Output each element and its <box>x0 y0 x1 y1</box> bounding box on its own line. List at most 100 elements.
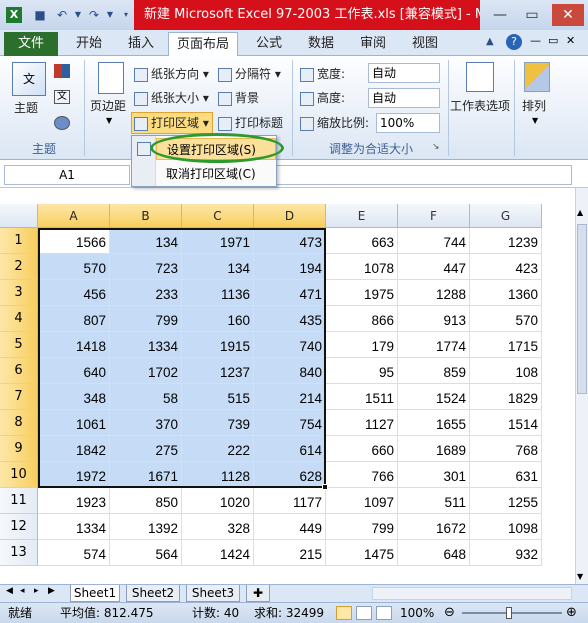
cell[interactable]: 108 <box>470 358 542 384</box>
cell[interactable]: 663 <box>326 228 398 254</box>
name-box[interactable]: A1 <box>4 165 130 185</box>
close-button[interactable]: ✕ <box>552 4 584 26</box>
tab-view[interactable]: 视图 <box>402 32 448 56</box>
customize-quick-access-icon[interactable]: ▾ <box>118 7 134 23</box>
tab-file[interactable]: 文件 <box>4 32 58 56</box>
cell[interactable]: 1177 <box>254 488 326 514</box>
row-header[interactable]: 7 <box>0 384 38 410</box>
cell[interactable]: 859 <box>398 358 470 384</box>
cell[interactable]: 1524 <box>398 384 470 410</box>
cell[interactable]: 1392 <box>110 514 182 540</box>
row-header[interactable]: 6 <box>0 358 38 384</box>
theme-icon[interactable]: 文 <box>12 62 46 96</box>
help-icon[interactable]: ? <box>506 34 522 50</box>
spreadsheet-grid[interactable]: ABCDEFG 1 1566 134 1971 473 663 744 1239 2 570 723… <box>0 204 575 584</box>
sheet-tab-1[interactable]: Sheet1 <box>70 585 120 602</box>
cell[interactable]: 1360 <box>470 280 542 306</box>
cell[interactable]: 1511 <box>326 384 398 410</box>
column-header-g[interactable]: G <box>470 204 542 228</box>
sheet-tab-3[interactable]: Sheet3 <box>186 585 240 602</box>
sheet-tab-2[interactable]: Sheet2 <box>126 585 180 602</box>
print-titles-button[interactable]: 打印标题 <box>218 113 283 133</box>
row-header[interactable]: 13 <box>0 540 38 566</box>
select-all-corner[interactable] <box>0 204 38 228</box>
workbook-close-icon[interactable]: ✕ <box>566 34 575 47</box>
cell[interactable]: 423 <box>470 254 542 280</box>
row-header[interactable]: 8 <box>0 410 38 436</box>
formula-input[interactable]: 6 <box>250 165 572 185</box>
width-select[interactable]: 自动 <box>368 63 440 83</box>
cell[interactable]: 1655 <box>398 410 470 436</box>
cell[interactable]: 1078 <box>326 254 398 280</box>
arrange-icon[interactable] <box>524 62 550 92</box>
tab-insert[interactable]: 插入 <box>118 32 164 56</box>
cell[interactable]: 179 <box>326 332 398 358</box>
cell[interactable]: 766 <box>326 462 398 488</box>
theme-effects-icon[interactable] <box>54 116 70 130</box>
cell[interactable]: 660 <box>326 436 398 462</box>
cell[interactable]: 932 <box>470 540 542 566</box>
cell[interactable]: 1424 <box>182 540 254 566</box>
fill-handle[interactable] <box>322 484 328 490</box>
cell[interactable]: 1098 <box>470 514 542 540</box>
workbook-restore-icon[interactable]: ▭ <box>548 34 558 47</box>
prev-sheet-icon[interactable]: ◂ <box>20 586 25 596</box>
tab-data[interactable]: 数据 <box>298 32 344 56</box>
row-header[interactable]: 10 <box>0 462 38 488</box>
margins-icon[interactable] <box>98 62 124 94</box>
zoom-slider-thumb[interactable] <box>506 607 512 619</box>
cell[interactable]: 866 <box>326 306 398 332</box>
orientation-button[interactable]: 纸张方向 ▾ <box>134 64 209 84</box>
cell[interactable]: 301 <box>398 462 470 488</box>
cell[interactable]: 799 <box>326 514 398 540</box>
row-header[interactable]: 2 <box>0 254 38 280</box>
cell[interactable]: 1514 <box>470 410 542 436</box>
row-header[interactable]: 12 <box>0 514 38 540</box>
first-sheet-icon[interactable]: ◀ <box>6 586 13 596</box>
minimize-ribbon-icon[interactable]: ▲ <box>486 36 494 47</box>
cell[interactable]: 631 <box>470 462 542 488</box>
theme-button[interactable]: 主题 <box>14 98 38 118</box>
row-header[interactable]: 11 <box>0 488 38 514</box>
redo-dropdown-icon[interactable]: ▼ <box>102 7 118 23</box>
cell[interactable]: 1715 <box>470 332 542 358</box>
cell[interactable]: 744 <box>398 228 470 254</box>
column-header-b[interactable]: B <box>110 204 182 228</box>
scroll-down-icon[interactable]: ▼ <box>577 572 583 581</box>
row-header[interactable]: 3 <box>0 280 38 306</box>
arrange-button[interactable]: 排列 <box>522 96 546 116</box>
scroll-up-icon[interactable]: ▲ <box>577 208 583 217</box>
page-break-view-icon[interactable] <box>376 606 392 620</box>
redo-icon[interactable]: ↷ <box>86 7 102 23</box>
menu-item-clear-print-area[interactable]: 取消打印区域(C) <box>156 163 276 185</box>
column-header-d[interactable]: D <box>254 204 326 228</box>
next-sheet-icon[interactable]: ▸ <box>34 586 39 596</box>
theme-colors-icon[interactable] <box>54 64 70 78</box>
undo-dropdown-icon[interactable]: ▼ <box>70 7 86 23</box>
last-sheet-icon[interactable]: ▶ <box>48 586 55 596</box>
tab-page-layout[interactable]: 页面布局 <box>168 32 238 56</box>
theme-fonts-icon[interactable]: 文 <box>54 90 70 104</box>
background-button[interactable]: 背景 <box>218 88 259 108</box>
print-area-button[interactable]: 打印区域 ▾ <box>134 113 209 133</box>
cell[interactable]: 570 <box>470 306 542 332</box>
page-layout-view-icon[interactable] <box>356 606 372 620</box>
horizontal-scrollbar[interactable] <box>372 587 572 600</box>
cell[interactable]: 95 <box>326 358 398 384</box>
cell[interactable]: 449 <box>254 514 326 540</box>
column-header-a[interactable]: A <box>38 204 110 228</box>
tab-review[interactable]: 审阅 <box>350 32 396 56</box>
tab-home[interactable]: 开始 <box>66 32 112 56</box>
cell[interactable]: 328 <box>182 514 254 540</box>
cell[interactable]: 648 <box>398 540 470 566</box>
cell[interactable]: 1288 <box>398 280 470 306</box>
breaks-button[interactable]: 分隔符 ▾ <box>218 64 281 84</box>
row-header[interactable]: 5 <box>0 332 38 358</box>
cell[interactable]: 1127 <box>326 410 398 436</box>
scroll-thumb[interactable] <box>577 224 587 394</box>
cell[interactable]: 1475 <box>326 540 398 566</box>
cell[interactable]: 1097 <box>326 488 398 514</box>
zoom-out-icon[interactable]: ⊖ <box>444 603 455 623</box>
cell[interactable]: 1672 <box>398 514 470 540</box>
zoom-level[interactable]: 100% <box>400 603 434 623</box>
